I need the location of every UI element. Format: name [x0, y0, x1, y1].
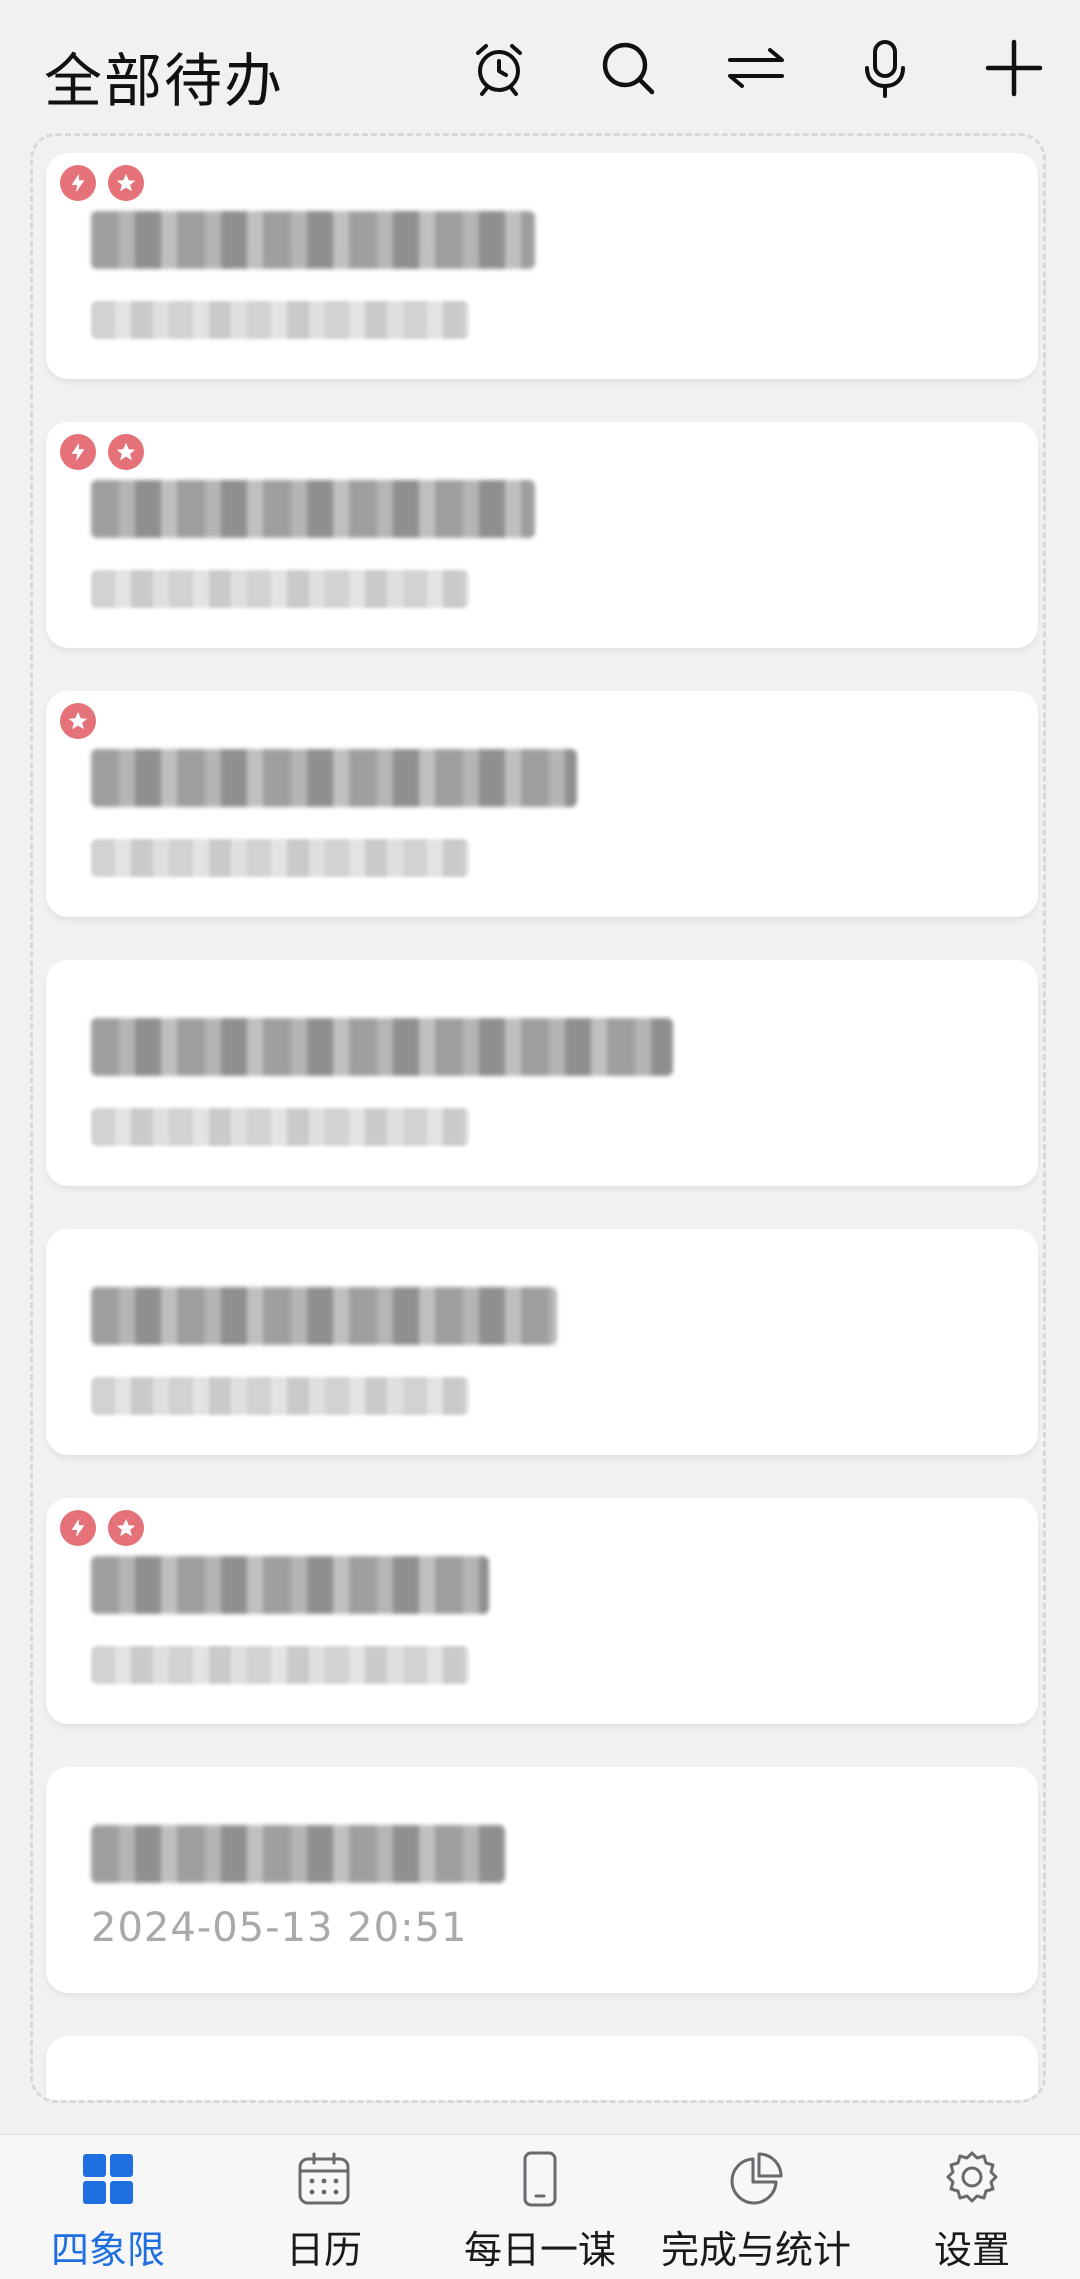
- calendar-icon: [298, 2152, 350, 2205]
- task-title-redacted: [91, 1018, 673, 1076]
- nav-label: 四象限: [50, 2228, 165, 2272]
- gear-icon: [946, 2151, 998, 2203]
- task-badges: [60, 703, 96, 739]
- star-icon: [108, 434, 144, 470]
- task-card[interactable]: [46, 1498, 1038, 1724]
- page-title: 全部待办: [44, 47, 285, 115]
- task-title-redacted: [91, 749, 577, 807]
- task-title-redacted: [91, 211, 535, 269]
- task-card[interactable]: [46, 1229, 1038, 1455]
- star-icon: [108, 165, 144, 201]
- task-card[interactable]: [46, 422, 1038, 648]
- grid-icon: [83, 2154, 133, 2204]
- star-icon: [60, 703, 96, 739]
- plus-icon[interactable]: [982, 36, 1046, 100]
- task-date-redacted: [91, 1108, 469, 1146]
- nav-label: 日历: [285, 2228, 362, 2272]
- nav-label: 每日一谋: [463, 2228, 616, 2272]
- app-header: 全部待办: [0, 0, 1080, 140]
- star-icon: [108, 1510, 144, 1546]
- nav-item-daily[interactable]: 每日一谋: [432, 2149, 648, 2279]
- nav-item-quadrants[interactable]: 四象限: [0, 2149, 216, 2279]
- flash-icon: [60, 165, 96, 201]
- nav-item-settings[interactable]: 设置: [864, 2149, 1080, 2279]
- flash-icon: [60, 434, 96, 470]
- search-icon[interactable]: [596, 36, 660, 100]
- nav-item-calendar[interactable]: 日历: [216, 2149, 432, 2279]
- alarm-clock-icon[interactable]: [467, 36, 531, 100]
- bottom-nav: 四象限 日历 每日一谋 完成与统计 设置: [0, 2134, 1080, 2279]
- nav-label: 完成与统计: [660, 2228, 851, 2272]
- task-card[interactable]: [46, 960, 1038, 1186]
- task-card[interactable]: [46, 2036, 1038, 2100]
- task-date-redacted: [91, 301, 469, 339]
- task-badges: [60, 434, 144, 470]
- task-date-redacted: [91, 570, 469, 608]
- task-card[interactable]: [46, 153, 1038, 379]
- flash-icon: [60, 1510, 96, 1546]
- phone-icon: [523, 2151, 557, 2207]
- nav-item-stats[interactable]: 完成与统计: [648, 2149, 864, 2279]
- task-date: 2024-05-13 20:51: [91, 1905, 468, 1951]
- task-card[interactable]: [46, 691, 1038, 917]
- task-date-redacted: [91, 1646, 469, 1684]
- task-title-redacted: [91, 1287, 557, 1345]
- task-title-redacted: [91, 1825, 505, 1883]
- task-badges: [60, 1510, 144, 1546]
- pie-chart-icon: [730, 2152, 783, 2205]
- nav-label: 设置: [933, 2228, 1010, 2272]
- task-badges: [60, 165, 144, 201]
- task-title-redacted: [91, 480, 535, 538]
- task-list[interactable]: 2024-05-13 20:51: [30, 133, 1046, 2103]
- swap-icon[interactable]: [724, 36, 788, 100]
- task-card[interactable]: 2024-05-13 20:51: [46, 1767, 1038, 1993]
- microphone-icon[interactable]: [853, 36, 917, 100]
- task-date-redacted: [91, 1377, 469, 1415]
- task-date-redacted: [91, 839, 469, 877]
- task-title-redacted: [91, 1556, 489, 1614]
